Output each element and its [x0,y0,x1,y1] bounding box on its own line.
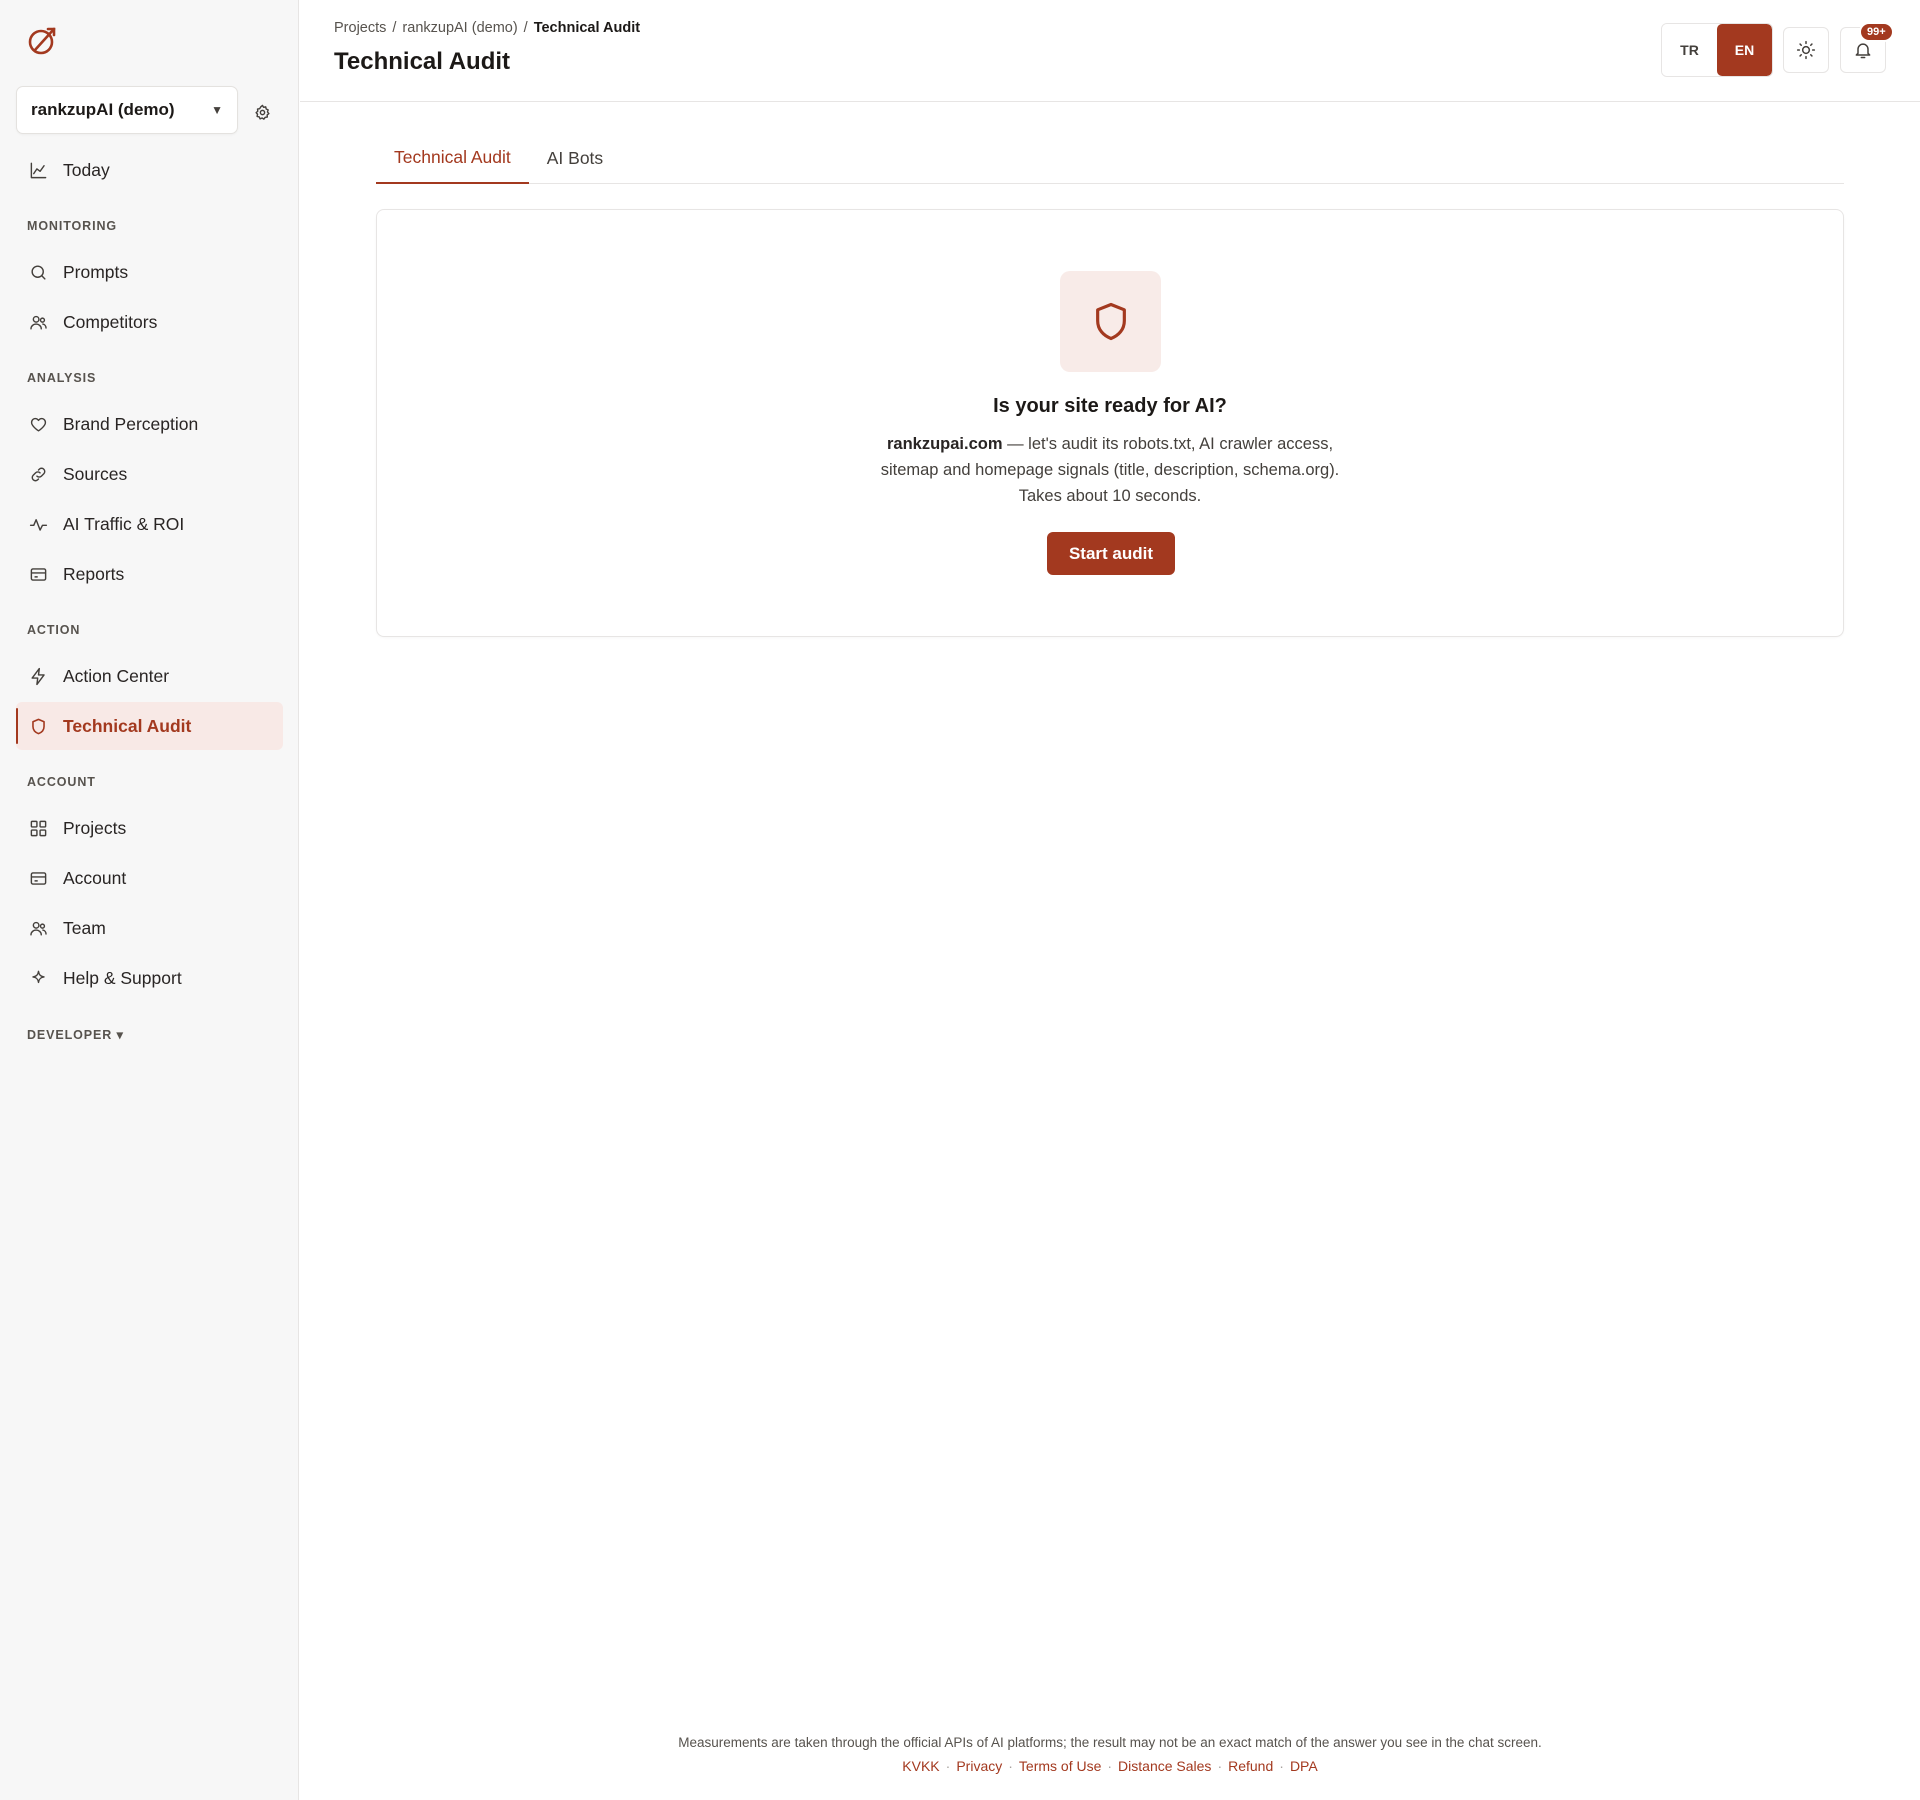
project-selector-label: rankzupAI (demo) [31,100,175,119]
lang-en-button[interactable]: EN [1717,24,1772,76]
sidebar-item-sources[interactable]: Sources [16,450,283,498]
sidebar-item-technical-audit[interactable]: Technical Audit [16,702,283,750]
footer-link-privacy[interactable]: Privacy [956,1758,1002,1774]
sidebar-item-projects[interactable]: Projects [16,804,283,852]
project-selector[interactable]: rankzupAI (demo) ▼ [16,86,238,134]
sidebar-item-label: Projects [63,817,127,838]
sidebar-item-reports[interactable]: Reports [16,550,283,598]
lang-tr-button[interactable]: TR [1662,24,1717,76]
link-icon [28,464,48,484]
sidebar-item-label: Competitors [63,311,158,332]
gear-icon [254,104,270,120]
breadcrumb-project-link[interactable]: rankzupAI (demo) [402,20,517,36]
sidebar-item-prompts[interactable]: Prompts [16,248,283,296]
footer-separator: · [1008,1758,1013,1774]
theme-toggle-button[interactable] [1783,27,1829,73]
sidebar-item-label: Action Center [63,665,170,686]
description-line-2: sitemap and homepage signals (title, des… [880,461,1340,479]
project-settings-button[interactable] [250,100,274,124]
audit-empty-state-card: Is your site ready for AI? rankzupai.com… [376,209,1844,637]
sidebar-item-label: AI Traffic & ROI [63,513,185,534]
sidebar-item-ai-traffic[interactable]: AI Traffic & ROI [16,500,283,548]
sidebar-item-label: Reports [63,563,125,584]
footer-disclaimer: Measurements are taken through the offic… [678,1735,1542,1750]
footer-separator: · [1217,1758,1223,1774]
sidebar-item-label: Account [63,867,127,888]
shield-icon [28,716,48,736]
notifications-badge: 99+ [1859,22,1894,42]
sidebar-item-brand-perception[interactable]: Brand Perception [16,400,283,448]
card-icon [28,564,48,584]
bell-icon [1855,43,1871,59]
sidebar-item-team[interactable]: Team [16,904,283,952]
tab-technical-audit[interactable]: Technical Audit [376,132,529,184]
shield-icon [1060,271,1161,372]
description-line-3: Takes about 10 seconds. [1018,487,1202,505]
breadcrumb-separator: / [392,20,397,36]
description-line-1: — let's audit its robots.txt, AI crawler… [1002,435,1334,453]
card-icon [28,868,48,888]
sidebar-nav: Today MONITORING Prompts Competitors ANA… [16,146,283,1056]
section-label-analysis: ANALYSIS [27,371,97,385]
page-title: Technical Audit [334,48,511,75]
section-label-action: ACTION [27,623,81,637]
section-label-monitoring: MONITORING [27,219,118,233]
breadcrumb-projects-link[interactable]: Projects [334,20,386,36]
users-icon [28,312,48,332]
sidebar-item-competitors[interactable]: Competitors [16,298,283,346]
sidebar-item-label: Team [63,917,106,938]
site-domain: rankzupai.com [886,435,1003,453]
start-audit-button[interactable]: Start audit [1047,532,1175,575]
sidebar-item-label: Help & Support [63,967,182,988]
grid-icon [28,818,48,838]
chevron-down-icon: ▼ [211,103,223,117]
sidebar-item-label: Sources [63,463,128,484]
heart-icon [28,414,48,434]
search-icon [28,262,48,282]
footer-separator: · [1107,1758,1113,1774]
footer-separator: · [1279,1758,1284,1774]
sidebar-item-action-center[interactable]: Action Center [16,652,283,700]
sparkle-icon [28,968,48,988]
footer-link-dpa[interactable]: DPA [1290,1758,1318,1774]
app-logo-icon[interactable] [26,24,60,58]
footer-link-kvkk[interactable]: KVKK [902,1758,939,1774]
footer-link-terms[interactable]: Terms of Use [1019,1758,1101,1774]
footer: Measurements are taken through the offic… [300,1735,1920,1774]
empty-state-description: rankzupai.com — let's audit its robots.t… [377,431,1843,509]
activity-icon [28,514,48,534]
sun-icon [1796,40,1816,60]
breadcrumb-separator: / [523,20,528,36]
footer-separator: · [945,1758,951,1774]
section-toggle-developer[interactable]: DEVELOPER ▾ [16,1004,283,1056]
sidebar-item-today[interactable]: Today [16,146,283,194]
breadcrumb-current: Technical Audit [533,20,641,36]
language-switcher: TR EN [1661,23,1773,77]
sidebar-item-account[interactable]: Account [16,854,283,902]
section-label-account: ACCOUNT [27,775,96,789]
footer-link-distance-sales[interactable]: Distance Sales [1118,1758,1211,1774]
sidebar-item-label: Technical Audit [63,715,192,736]
sidebar-item-label: Today [63,159,110,180]
footer-links: KVKK · Privacy · Terms of Use · Distance… [300,1758,1920,1774]
users-icon [28,918,48,938]
sidebar-item-label: Brand Perception [63,413,199,434]
sidebar: rankzupAI (demo) ▼ Today MONITORING Prom… [0,0,299,1800]
tab-ai-bots[interactable]: AI Bots [529,132,621,184]
chart-line-icon [28,160,48,180]
lightning-icon [28,666,48,686]
empty-state-title: Is your site ready for AI? [993,395,1227,417]
audit-tabs: Technical Audit AI Bots [376,132,1844,184]
sidebar-item-help[interactable]: Help & Support [16,954,283,1002]
breadcrumb: Projects / rankzupAI (demo) / Technical … [334,20,640,36]
footer-link-refund[interactable]: Refund [1228,1758,1273,1774]
sidebar-item-label: Prompts [63,261,129,282]
